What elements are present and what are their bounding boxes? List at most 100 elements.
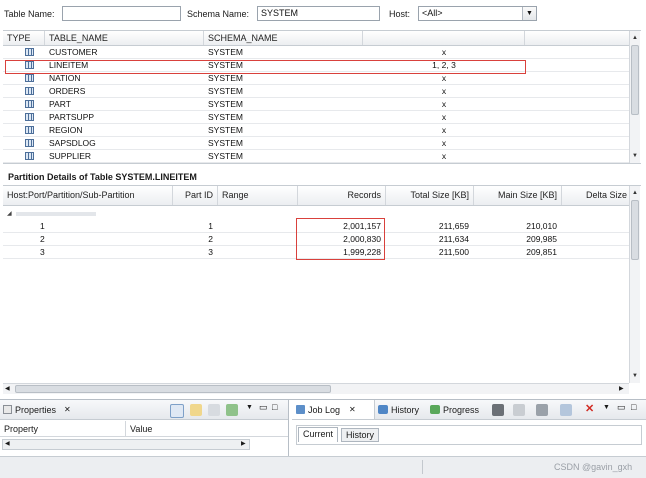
col-header-host-port-partition[interactable]: Host:Port/Partition/Sub-Partition: [3, 186, 173, 205]
col-header-parts[interactable]: [363, 31, 525, 45]
minimize-icon[interactable]: ▭: [259, 402, 268, 413]
partition-ids: x: [441, 112, 447, 122]
scroll-down-icon[interactable]: ▼: [630, 371, 640, 381]
col-header-records[interactable]: Records: [298, 186, 386, 205]
schema-name-input[interactable]: SYSTEM: [257, 6, 380, 21]
records: 2,001,157: [343, 221, 381, 231]
close-icon[interactable]: ✕: [349, 405, 356, 414]
history-icon: [378, 405, 388, 414]
col-header-main-size[interactable]: Main Size [KB]: [474, 186, 562, 205]
tables-grid-header: TYPE TABLE_NAME SCHEMA_NAME: [3, 31, 629, 46]
watermark-text: CSDN @gavin_gxh: [554, 462, 633, 472]
col-header-property[interactable]: Property: [4, 424, 38, 434]
progress-tab[interactable]: Progress: [443, 402, 479, 418]
col-header-table-name[interactable]: TABLE_NAME: [45, 31, 204, 45]
chevron-down-icon[interactable]: ▼: [522, 7, 536, 20]
properties-header: Property Value: [0, 421, 288, 437]
table-row[interactable]: ORDERS SYSTEM x: [3, 85, 629, 98]
clipboard-icon[interactable]: [513, 404, 525, 416]
table-row[interactable]: CUSTOMER SYSTEM x: [3, 46, 629, 59]
pin-icon[interactable]: [492, 404, 504, 416]
table-row[interactable]: REGION SYSTEM x: [3, 124, 629, 137]
history-tab[interactable]: History: [391, 402, 419, 418]
total-size: 211,500: [438, 247, 469, 257]
host-label: Host:: [389, 9, 411, 19]
partition-row[interactable]: 2 2 2,000,830 211,634 209,985: [3, 233, 629, 246]
delete-icon[interactable]: ✕: [585, 402, 594, 415]
partition-row[interactable]: 3 3 1,999,228 211,500 209,851: [3, 246, 629, 259]
col-header-value[interactable]: Value: [130, 424, 152, 434]
maximize-icon[interactable]: □: [272, 402, 277, 412]
range: [218, 220, 298, 233]
main-size: 210,010: [526, 221, 557, 231]
view-menu-icon[interactable]: ▼: [603, 404, 610, 411]
scroll-right-icon[interactable]: ▶: [241, 440, 246, 449]
tables-vertical-scrollbar[interactable]: ▲ ▼: [629, 31, 640, 163]
minimize-icon[interactable]: ▭: [617, 402, 626, 413]
partition-horizontal-scrollbar[interactable]: ◀ ▶: [3, 383, 629, 394]
collapse-triangle-icon[interactable]: ◢: [7, 210, 12, 217]
total-size: 211,634: [438, 234, 469, 244]
scrollbar-thumb[interactable]: [15, 385, 331, 393]
filter-advanced-icon[interactable]: [190, 404, 202, 416]
view-menu-icon[interactable]: ▼: [246, 404, 253, 411]
partition-ids: x: [441, 99, 447, 109]
table-row[interactable]: PARTSUPP SYSTEM x: [3, 111, 629, 124]
scroll-left-icon[interactable]: ◀: [5, 384, 10, 394]
pin-to-selection-icon[interactable]: [226, 404, 238, 416]
col-header-schema-name[interactable]: SCHEMA_NAME: [204, 31, 363, 45]
col-header-delta-size[interactable]: Delta Size: [562, 186, 629, 205]
categories-icon[interactable]: [170, 404, 184, 418]
partition-ids: x: [441, 86, 447, 96]
host-group-row[interactable]: ◢: [3, 207, 629, 220]
section-divider: [3, 163, 641, 164]
scrollbar-thumb[interactable]: [631, 45, 639, 115]
refresh-icon[interactable]: [560, 404, 572, 416]
table-row[interactable]: LINEITEM SYSTEM 1, 2, 3: [3, 59, 629, 72]
scroll-up-icon[interactable]: ▲: [630, 188, 640, 198]
scroll-right-icon[interactable]: ▶: [619, 384, 624, 394]
table-row[interactable]: SUPPLIER SYSTEM x: [3, 150, 629, 163]
table-name: SUPPLIER: [49, 151, 92, 161]
table-icon: [25, 126, 34, 134]
table-icon: [25, 48, 34, 56]
table-name: REGION: [49, 125, 83, 135]
schema-name: SYSTEM: [208, 99, 243, 109]
partition-vertical-scrollbar[interactable]: ▲ ▼: [629, 186, 640, 383]
scroll-down-icon[interactable]: ▼: [630, 151, 640, 161]
table-row[interactable]: PART SYSTEM x: [3, 98, 629, 111]
partition-ids: x: [441, 138, 447, 148]
table-row[interactable]: SAPSDLOG SYSTEM x: [3, 137, 629, 150]
table-icon: [25, 61, 34, 69]
schema-name: SYSTEM: [208, 151, 243, 161]
table-name: PART: [49, 99, 71, 109]
scroll-left-icon[interactable]: ◀: [5, 440, 10, 449]
history-subtab[interactable]: History: [341, 428, 380, 442]
current-subtab[interactable]: Current: [298, 427, 339, 442]
properties-horizontal-scrollbar[interactable]: ◀ ▶: [2, 439, 250, 450]
close-icon[interactable]: ✕: [64, 405, 71, 414]
partition-ids: x: [441, 151, 447, 161]
scrollbar-thumb[interactable]: [631, 200, 639, 260]
col-header-type[interactable]: TYPE: [3, 31, 45, 45]
scroll-up-icon[interactable]: ▲: [630, 33, 640, 43]
col-header-range[interactable]: Range: [218, 186, 298, 205]
host-select[interactable]: <All> ▼: [418, 6, 537, 21]
main-size: 209,985: [526, 234, 557, 244]
job-log-tab[interactable]: Job Log: [308, 402, 340, 418]
schema-name-label: Schema Name:: [187, 9, 250, 19]
col-header-total-size[interactable]: Total Size [KB]: [386, 186, 474, 205]
properties-tab[interactable]: Properties: [15, 402, 56, 418]
save-log-icon[interactable]: [536, 404, 548, 416]
maximize-icon[interactable]: □: [631, 402, 636, 412]
table-row[interactable]: NATION SYSTEM x: [3, 72, 629, 85]
partition-number: 1: [40, 221, 45, 231]
col-header-part-id[interactable]: Part ID: [173, 186, 218, 205]
part-id: 1: [208, 221, 213, 231]
table-name-input[interactable]: [62, 6, 181, 21]
table-icon: [25, 74, 34, 82]
table-icon: [25, 87, 34, 95]
partition-row[interactable]: 1 1 2,001,157 211,659 210,010: [3, 220, 629, 233]
schema-name: SYSTEM: [208, 138, 243, 148]
restore-default-icon[interactable]: [208, 404, 220, 416]
